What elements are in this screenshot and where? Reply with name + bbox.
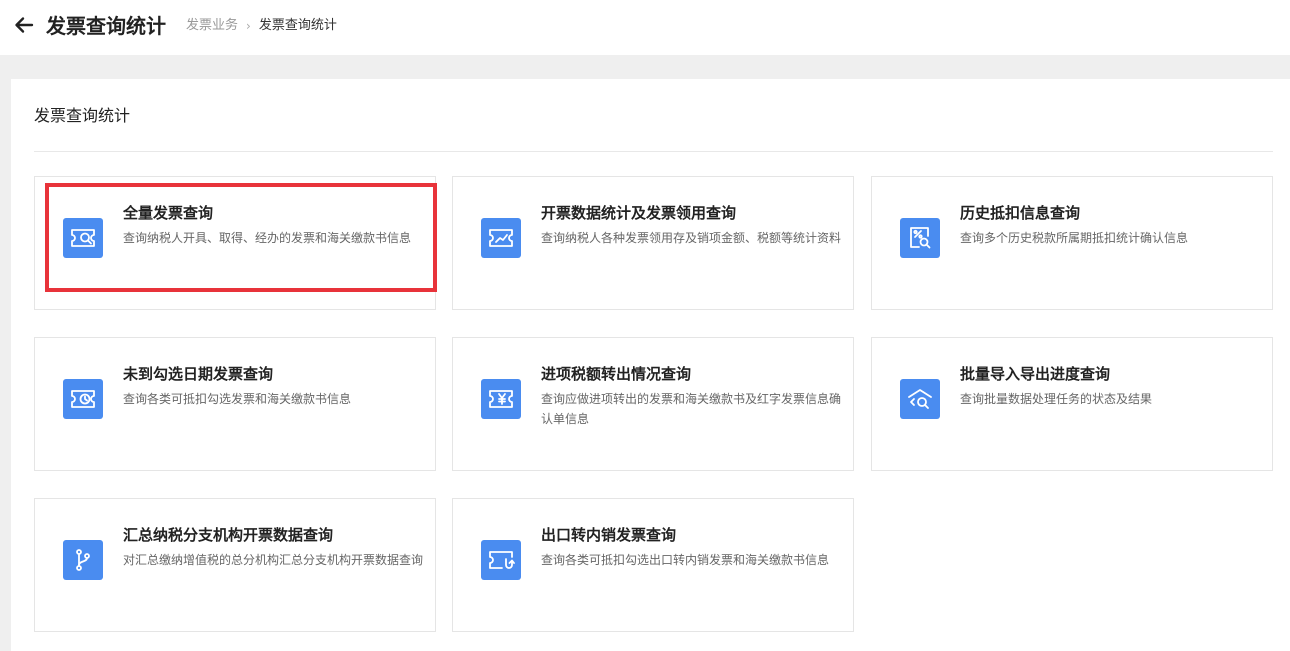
- invoice-trend-icon: [481, 218, 521, 258]
- card-title: 进项税额转出情况查询: [541, 365, 692, 383]
- card-title: 未到勾选日期发票查询: [123, 365, 274, 383]
- card-branch-invoice-query[interactable]: 汇总纳税分支机构开票数据查询 对汇总缴纳增值税的总分机构汇总分支机构开票数据查询: [34, 498, 436, 632]
- invoice-search-icon: [63, 218, 103, 258]
- card-batch-progress-query[interactable]: 批量导入导出进度查询 查询批量数据处理任务的状态及结果: [871, 337, 1273, 471]
- card-description: 查询多个历史税款所属期抵扣统计确认信息: [960, 231, 1189, 245]
- card-title: 全量发票查询: [123, 204, 214, 222]
- card-title: 历史抵扣信息查询: [960, 204, 1081, 222]
- card-description: 查询纳税人各种发票领用存及销项金额、税额等统计资料: [541, 231, 842, 245]
- card-description: 查询纳税人开具、取得、经办的发票和海关缴款书信息: [123, 231, 412, 245]
- top-bar: 发票查询统计 发票业务 › 发票查询统计: [0, 0, 1290, 55]
- back-arrow-icon[interactable]: [12, 13, 36, 37]
- invoice-return-icon: [481, 540, 521, 580]
- breadcrumb-current: 发票查询统计: [258, 18, 337, 33]
- section-divider: [34, 151, 1273, 152]
- card-title: 出口转内销发票查询: [541, 526, 677, 544]
- breadcrumb-separator: ›: [246, 19, 251, 33]
- breadcrumb: 发票业务 › 发票查询统计: [186, 17, 337, 35]
- invoice-clock-icon: [63, 379, 103, 419]
- card-pending-check-query[interactable]: 未到勾选日期发票查询 查询各类可抵扣勾选发票和海关缴款书信息: [34, 337, 436, 471]
- transfer-search-icon: [900, 379, 940, 419]
- page-title: 发票查询统计: [46, 14, 166, 38]
- card-invoice-stats-query[interactable]: 开票数据统计及发票领用查询 查询纳税人各种发票领用存及销项金额、税额等统计资料: [452, 176, 854, 310]
- breadcrumb-parent-link[interactable]: 发票业务: [186, 17, 238, 35]
- card-description: 查询各类可抵扣勾选出口转内销发票和海关缴款书信息: [541, 553, 830, 567]
- card-full-invoice-query[interactable]: 全量发票查询 查询纳税人开具、取得、经办的发票和海关缴款书信息: [34, 176, 436, 310]
- card-input-tax-transfer-query[interactable]: 进项税额转出情况查询 查询应做进项转出的发票和海关缴款书及红字发票信息确认单信息: [452, 337, 854, 471]
- card-export-to-domestic-query[interactable]: 出口转内销发票查询 查询各类可抵扣勾选出口转内销发票和海关缴款书信息: [452, 498, 854, 632]
- card-description: 对汇总缴纳增值税的总分机构汇总分支机构开票数据查询: [123, 553, 424, 567]
- main-panel: 发票查询统计 全量发票查询 查询纳税人开具、取得、经办的发票和海关缴款书信息 开…: [11, 79, 1290, 651]
- card-description: 查询各类可抵扣勾选发票和海关缴款书信息: [123, 392, 352, 406]
- section-title: 发票查询统计: [34, 106, 131, 125]
- card-description: 查询应做进项转出的发票和海关缴款书及红字发票信息确认单信息: [541, 392, 842, 426]
- card-description: 查询批量数据处理任务的状态及结果: [960, 392, 1153, 406]
- card-title: 批量导入导出进度查询: [960, 365, 1111, 383]
- branch-icon: [63, 540, 103, 580]
- card-title: 开票数据统计及发票领用查询: [541, 204, 737, 222]
- card-title: 汇总纳税分支机构开票数据查询: [123, 526, 334, 544]
- invoice-yen-icon: [481, 379, 521, 419]
- percent-search-icon: [900, 218, 940, 258]
- card-history-deduction-query[interactable]: 历史抵扣信息查询 查询多个历史税款所属期抵扣统计确认信息: [871, 176, 1273, 310]
